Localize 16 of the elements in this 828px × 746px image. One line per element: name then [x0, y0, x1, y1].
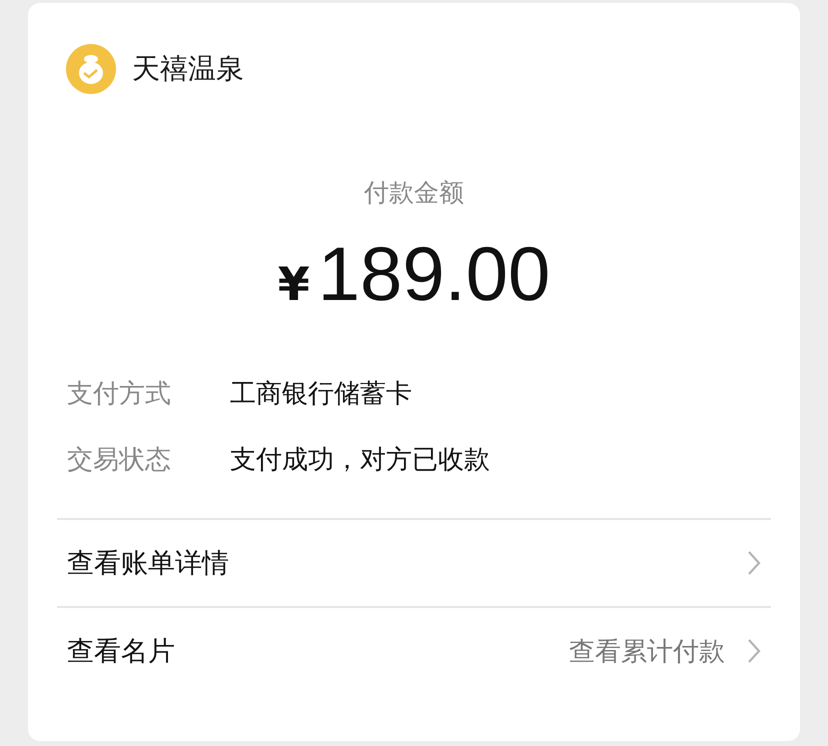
money-bag-logo-icon [66, 44, 116, 94]
link-row[interactable]: 查看账单详情 [57, 518, 771, 606]
merchant-name: 天禧温泉 [132, 51, 244, 87]
link-row[interactable]: 查看名片 查看累计付款 [57, 606, 771, 694]
payment-amount: 189.00 [318, 231, 550, 318]
currency-symbol: ¥ [278, 257, 310, 311]
link-label: 查看名片 [67, 635, 176, 669]
detail-label: 交易状态 [67, 444, 172, 477]
payment-label: 付款金额 [364, 177, 464, 209]
detail-value: 工商银行储蓄卡 [230, 378, 412, 411]
detail-value: 支付成功，对方已收款 [230, 444, 490, 477]
chevron-icon [747, 638, 761, 664]
link-label: 查看账单详情 [67, 547, 230, 581]
chevron-icon [747, 550, 761, 576]
link-extra: 查看累计付款 [569, 636, 725, 668]
detail-label: 支付方式 [67, 378, 172, 411]
